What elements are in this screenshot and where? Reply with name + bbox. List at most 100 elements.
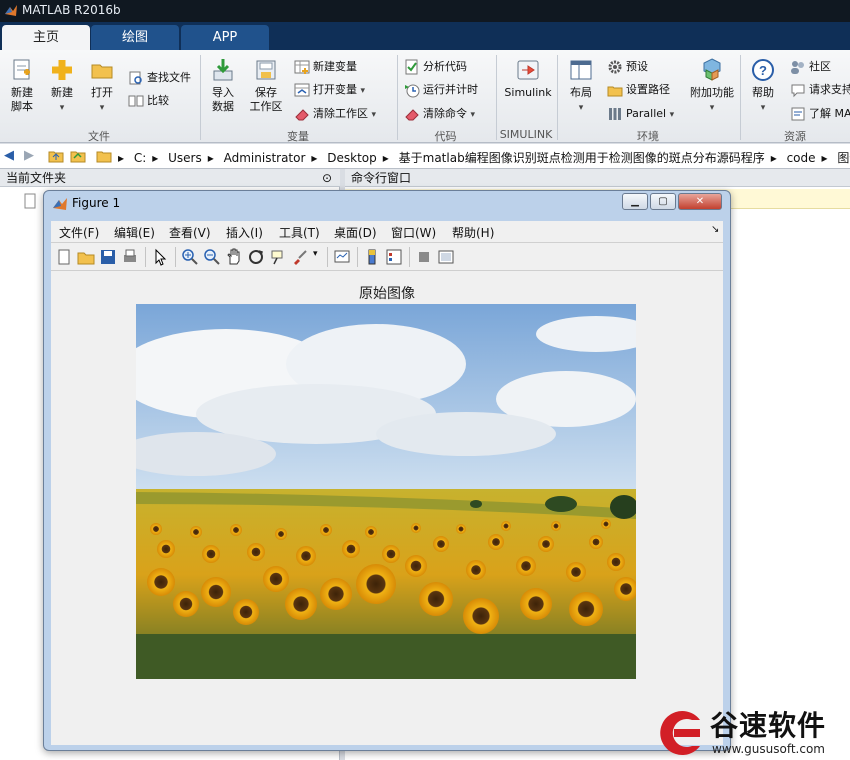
- preferences-button[interactable]: 预设: [607, 58, 648, 76]
- breadcrumb-separator-icon: ▸: [311, 151, 318, 165]
- menu-help[interactable]: 帮助(H): [452, 224, 494, 241]
- open-file-icon[interactable]: [77, 248, 95, 266]
- layout-button[interactable]: 布局 ▾: [563, 57, 599, 115]
- save-workspace-button[interactable]: 保存 工作区: [246, 57, 286, 114]
- menu-window[interactable]: 窗口(W): [391, 224, 436, 241]
- link-plot-icon[interactable]: [333, 248, 351, 266]
- zoom-in-icon[interactable]: [181, 248, 199, 266]
- simulink-button[interactable]: Simulink: [500, 57, 556, 100]
- legend-icon[interactable]: [385, 248, 403, 266]
- print-icon[interactable]: [121, 248, 139, 266]
- open-label: 打开: [91, 86, 113, 99]
- chevron-down-icon: ▾: [99, 103, 105, 113]
- breadcrumb-item[interactable]: C:: [134, 151, 146, 165]
- open-variable-button[interactable]: 打开变量 ▾: [294, 81, 365, 99]
- run-and-time-button[interactable]: 运行并计时: [404, 81, 478, 99]
- breadcrumb-item[interactable]: code: [787, 151, 816, 165]
- ribbon-tabs: 主页 绘图 APP: [0, 22, 850, 50]
- open-variable-label: 打开变量: [313, 83, 357, 96]
- close-button[interactable]: ✕: [678, 193, 722, 210]
- breadcrumb-item[interactable]: 图像: [837, 151, 850, 165]
- clear-workspace-button[interactable]: 清除工作区 ▾: [294, 105, 376, 123]
- group-label-file: 文件: [88, 130, 110, 143]
- colorbar-icon[interactable]: [363, 248, 381, 266]
- chevron-down-icon[interactable]: ▾: [313, 249, 318, 259]
- breadcrumb-separator-icon: ▸: [207, 151, 214, 165]
- community-label: 社区: [809, 60, 831, 73]
- zoom-out-icon[interactable]: [203, 248, 221, 266]
- menu-view[interactable]: 查看(V): [169, 224, 211, 241]
- pointer-icon[interactable]: [151, 248, 169, 266]
- pan-hand-icon[interactable]: [225, 248, 243, 266]
- learn-icon: [791, 107, 805, 121]
- panel-menu-icon[interactable]: ⊙: [322, 169, 332, 187]
- maximize-button[interactable]: ▢: [650, 193, 676, 210]
- show-plot-tools-icon[interactable]: [437, 248, 455, 266]
- new-figure-icon[interactable]: [55, 248, 73, 266]
- toolbar-divider: [175, 247, 176, 267]
- file-icon[interactable]: [22, 193, 38, 209]
- open-button[interactable]: 打开 ▾: [86, 57, 118, 115]
- simulink-icon: [517, 60, 539, 80]
- gear-icon: [608, 60, 622, 74]
- brush-icon[interactable]: [291, 248, 309, 266]
- hide-plot-tools-icon[interactable]: [415, 248, 433, 266]
- import-data-button[interactable]: 导入 数据: [206, 57, 240, 114]
- new-script-button[interactable]: 新建 脚本: [4, 57, 40, 114]
- add-ons-button[interactable]: 附加功能 ▾: [688, 57, 736, 115]
- breadcrumb-separator-icon: ▸: [118, 151, 125, 165]
- breadcrumb-item[interactable]: Desktop: [327, 151, 377, 165]
- current-folder-title: 当前文件夹: [6, 171, 67, 185]
- up-folder-icon[interactable]: [48, 148, 64, 164]
- breadcrumb-item[interactable]: Users: [168, 151, 202, 165]
- menubar-dock-icon[interactable]: ↘: [711, 224, 719, 235]
- tab-plots[interactable]: 绘图: [91, 25, 179, 50]
- data-cursor-icon[interactable]: [269, 248, 287, 266]
- chevron-down-icon: ▾: [669, 110, 675, 120]
- run-and-time-icon: [405, 84, 420, 98]
- minimize-button[interactable]: ▁: [622, 193, 648, 210]
- breadcrumb-item[interactable]: 基于matlab编程图像识别斑点检测用于检测图像的斑点分布源码程序: [399, 151, 765, 165]
- compare-button[interactable]: 比较: [128, 92, 169, 110]
- open-variable-icon: [294, 83, 310, 97]
- analyze-code-button[interactable]: 分析代码: [404, 58, 467, 76]
- request-support-button[interactable]: 请求支持: [790, 81, 850, 99]
- menu-file[interactable]: 文件(F): [59, 224, 99, 241]
- group-label-code: 代码: [434, 130, 457, 143]
- new-button[interactable]: 新建 ▾: [46, 57, 78, 115]
- chevron-down-icon: ▾: [578, 103, 584, 113]
- menu-tools[interactable]: 工具(T): [279, 224, 320, 241]
- learn-matlab-button[interactable]: 了解 MA: [790, 105, 850, 123]
- back-arrow-icon[interactable]: ◀: [4, 148, 14, 163]
- save-icon[interactable]: [99, 248, 117, 266]
- chevron-down-icon: ▾: [360, 86, 366, 96]
- community-button[interactable]: 社区: [790, 58, 831, 76]
- menu-desktop[interactable]: 桌面(D): [334, 224, 377, 241]
- tab-home[interactable]: 主页: [2, 25, 90, 50]
- set-path-button[interactable]: 设置路径: [607, 81, 670, 99]
- clear-commands-icon: [405, 109, 419, 121]
- clear-commands-button[interactable]: 清除命令 ▾: [404, 105, 475, 123]
- find-files-button[interactable]: 查找文件: [128, 69, 191, 87]
- breadcrumb-item[interactable]: Administrator: [224, 151, 306, 165]
- command-window-title: 命令行窗口: [351, 171, 412, 185]
- learn-matlab-label: 了解 MA: [809, 107, 850, 120]
- plus-icon: [52, 60, 72, 80]
- parallel-button[interactable]: Parallel ▾: [607, 105, 674, 123]
- forward-arrow-icon[interactable]: ▶: [24, 148, 34, 163]
- toolbar-divider: [145, 247, 146, 267]
- help-button[interactable]: ? 帮助 ▾: [746, 57, 780, 115]
- figure-title: Figure 1: [72, 196, 121, 210]
- new-variable-button[interactable]: 新建变量: [294, 58, 357, 76]
- breadcrumb: ▸ C: ▸ Users ▸ Administrator ▸ Desktop ▸ 基于m…: [118, 149, 850, 166]
- toolbar-divider: [409, 247, 410, 267]
- menu-edit[interactable]: 编辑(E): [114, 224, 155, 241]
- new-label: 新建: [51, 86, 73, 99]
- import-data-label: 导入 数据: [212, 86, 234, 113]
- rotate-3d-icon[interactable]: [247, 248, 265, 266]
- community-icon: [791, 61, 804, 74]
- tab-apps[interactable]: APP: [181, 25, 269, 50]
- menu-insert[interactable]: 插入(I): [226, 224, 263, 241]
- browse-folder-icon[interactable]: [70, 148, 86, 164]
- new-script-label: 新建 脚本: [11, 86, 33, 113]
